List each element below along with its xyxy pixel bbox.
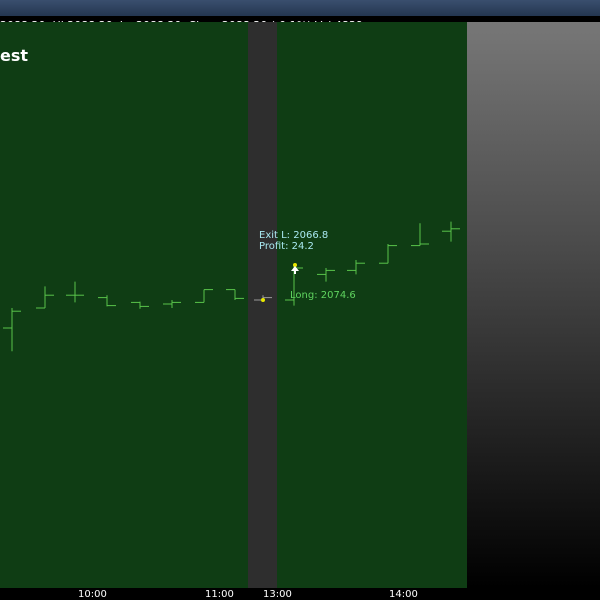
x-tick-label: 11:00	[205, 589, 234, 600]
exit-label: Exit L: 2066.8	[259, 230, 329, 241]
profit-label: Profit: 24.2	[259, 241, 314, 252]
x-tick-label: 13:00	[263, 589, 292, 600]
chart-title: est	[0, 46, 29, 65]
long-entry-label: Long: 2074.6	[290, 290, 356, 301]
plot-background	[0, 22, 467, 588]
entry-marker	[261, 298, 265, 302]
session-gap-band	[248, 22, 277, 588]
x-tick-label: 14:00	[389, 589, 418, 600]
x-tick-label: 10:00	[78, 589, 107, 600]
exit-annotation: Exit L: 2066.8 Profit: 24.2	[259, 230, 328, 252]
